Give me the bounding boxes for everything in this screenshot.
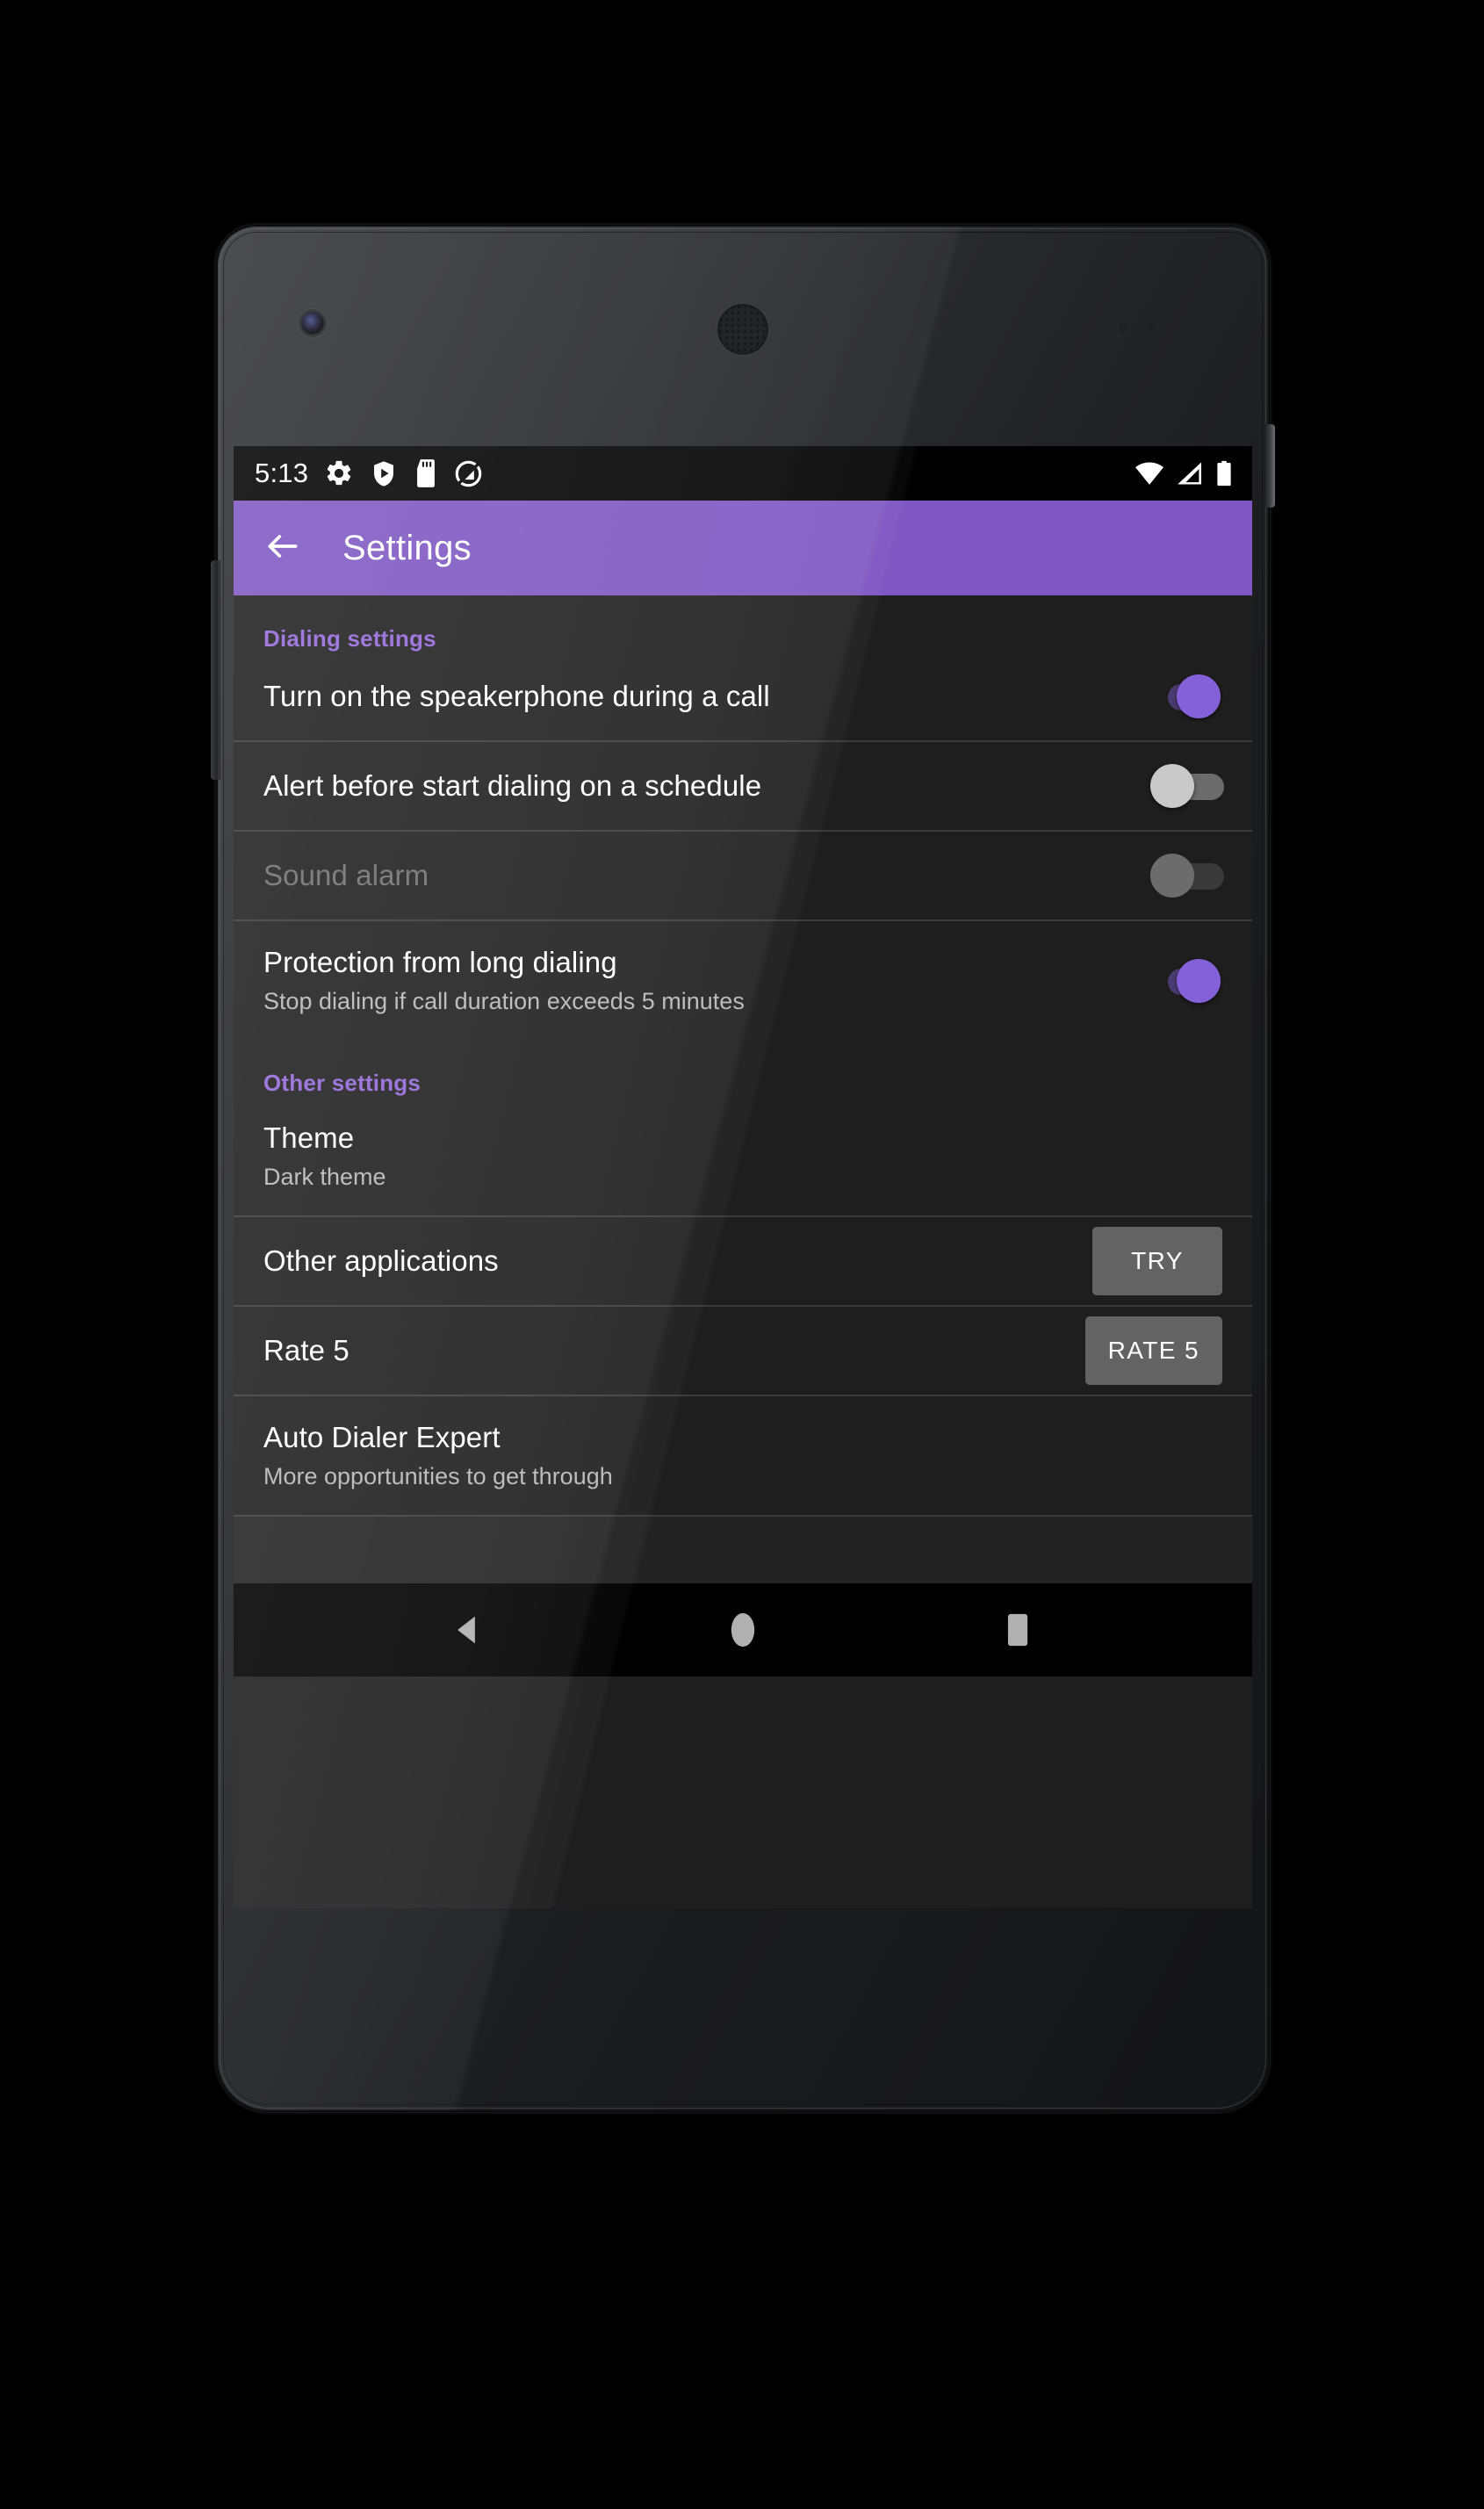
row-alert-before-dialing[interactable]: Alert before start dialing on a schedule	[234, 742, 1252, 830]
switch-thumb	[1150, 854, 1194, 898]
row-title: Turn on the speakerphone during a call	[263, 680, 770, 713]
switch-thumb	[1177, 674, 1221, 718]
row-text-block: Alert before start dialing on a schedule	[263, 745, 1147, 826]
row-auto-dialer-expert[interactable]: Auto Dialer Expert More opportunities to…	[234, 1396, 1252, 1515]
switch-alert-before-dialing[interactable]	[1147, 762, 1224, 810]
front-camera-icon	[301, 312, 324, 335]
nav-back-icon[interactable]	[415, 1583, 521, 1676]
row-title: Other applications	[263, 1244, 499, 1278]
row-protection-long-dialing[interactable]: Protection from long dialing Stop dialin…	[234, 921, 1252, 1040]
status-bar-left-group: 5:13	[255, 458, 483, 489]
page-title: Settings	[342, 528, 472, 567]
row-title: Alert before start dialing on a schedule	[263, 769, 762, 803]
status-bar: 5:13	[234, 446, 1252, 501]
app-bar: Settings	[234, 501, 1252, 595]
row-subtitle: Dark theme	[263, 1164, 386, 1191]
section-header-other: Other settings	[263, 1070, 421, 1096]
row-text-block: Auto Dialer Expert More opportunities to…	[263, 1396, 1222, 1515]
row-rate-5[interactable]: Rate 5 RATE 5	[234, 1307, 1252, 1395]
cell-signal-icon	[1177, 461, 1203, 486]
battery-full-icon	[1215, 460, 1233, 487]
phone-screen: 5:13 Settings Dialing settings Turn on t…	[234, 446, 1252, 1908]
wifi-icon	[1135, 461, 1164, 486]
phone-device-frame: 5:13 Settings Dialing settings Turn on t…	[211, 227, 1275, 2110]
row-text-block: Sound alarm	[263, 834, 1147, 916]
status-clock: 5:13	[255, 458, 309, 488]
row-text-block: Protection from long dialing Stop dialin…	[263, 921, 1147, 1040]
nav-recents-icon[interactable]	[965, 1583, 1070, 1676]
row-text-block: Other applications	[263, 1220, 1092, 1301]
row-theme[interactable]: Theme Dark theme	[234, 1097, 1252, 1215]
row-title: Auto Dialer Expert	[263, 1421, 501, 1453]
android-navigation-bar	[234, 1583, 1252, 1676]
earpiece-speaker-grille	[717, 304, 768, 355]
section-header-dialing: Dialing settings	[263, 625, 436, 652]
row-speakerphone[interactable]: Turn on the speakerphone during a call	[234, 652, 1252, 740]
volume-rocker-button[interactable]	[211, 560, 220, 780]
row-title: Protection from long dialing	[263, 946, 617, 978]
gear-icon	[324, 458, 354, 488]
power-button[interactable]	[1265, 424, 1275, 508]
row-subtitle: Stop dialing if call duration exceeds 5 …	[263, 988, 745, 1015]
nav-home-icon[interactable]	[690, 1583, 796, 1676]
switch-speakerphone[interactable]	[1147, 673, 1222, 720]
play-protect-shield-icon	[370, 458, 398, 488]
sd-card-icon	[414, 458, 438, 488]
row-title: Sound alarm	[263, 859, 429, 892]
ambient-light-sensor-icon	[1147, 321, 1156, 334]
switch-thumb	[1177, 958, 1221, 1003]
do-not-disturb-icon	[454, 459, 483, 488]
row-text-block: Rate 5	[263, 1309, 1085, 1391]
proximity-sensor-icon	[1119, 321, 1127, 334]
row-subtitle: More opportunities to get through	[263, 1463, 613, 1490]
status-bar-right-group	[1135, 460, 1233, 487]
switch-thumb	[1150, 764, 1194, 808]
row-text-block: Theme Dark theme	[263, 1097, 1222, 1215]
row-other-applications[interactable]: Other applications TRY	[234, 1217, 1252, 1305]
list-bottom-spacer	[234, 1517, 1252, 1583]
row-sound-alarm: Sound alarm	[234, 832, 1252, 919]
try-button[interactable]: TRY	[1092, 1227, 1222, 1295]
switch-protection-long-dialing[interactable]	[1147, 957, 1222, 1005]
settings-list: Dialing settings Turn on the speakerphon…	[234, 595, 1252, 1583]
back-arrow-icon[interactable]	[263, 527, 302, 570]
rate-5-button[interactable]: RATE 5	[1084, 1316, 1222, 1385]
row-title: Theme	[263, 1121, 355, 1154]
switch-sound-alarm	[1147, 852, 1224, 899]
row-title: Rate 5	[263, 1334, 349, 1367]
row-text-block: Turn on the speakerphone during a call	[263, 655, 1147, 737]
